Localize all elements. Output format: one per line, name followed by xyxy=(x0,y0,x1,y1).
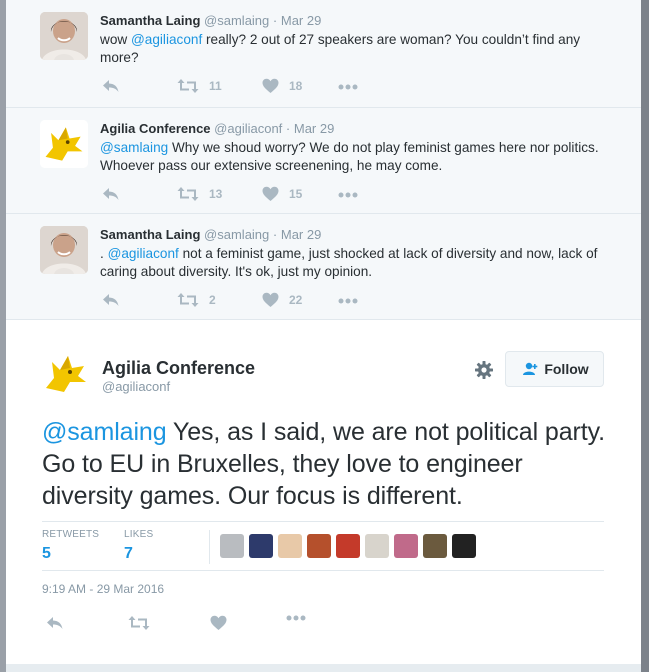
likes-label: LIKES xyxy=(124,529,154,540)
tweet-timestamp[interactable]: 9:19 AM - 29 Mar 2016 xyxy=(42,582,164,596)
separator-dot: · xyxy=(285,121,291,136)
heart-icon xyxy=(262,292,279,308)
tweet-mention[interactable]: @agiliaconf xyxy=(108,246,179,261)
retweet-count: 2 xyxy=(209,293,216,307)
liker-avatar[interactable] xyxy=(336,534,360,558)
main-tweet-text: @samlaing Yes, as I said, we are not pol… xyxy=(42,416,612,512)
main-tweet-actions xyxy=(46,615,346,637)
person-avatar xyxy=(40,12,88,60)
tweet-header: Agilia Conference @agiliaconf · Mar 29 xyxy=(100,121,334,136)
retweets-stat[interactable]: RETWEETS 5 xyxy=(42,529,99,563)
tweet-date[interactable]: Mar 29 xyxy=(294,121,334,136)
like-action[interactable]: 22 xyxy=(262,292,302,308)
liker-avatar[interactable] xyxy=(307,534,331,558)
retweets-count: 5 xyxy=(42,545,51,562)
tweet-mention[interactable]: @samlaing xyxy=(100,140,168,155)
likes-count: 7 xyxy=(124,545,133,562)
tweet-avatar[interactable] xyxy=(40,120,88,168)
author-name[interactable]: Samantha Laing xyxy=(100,227,200,242)
liker-avatar[interactable] xyxy=(278,534,302,558)
heart-icon xyxy=(262,78,279,94)
author-handle[interactable]: @agiliaconf xyxy=(214,121,282,136)
likes-stat[interactable]: LIKES 7 xyxy=(124,529,153,563)
reply-icon[interactable] xyxy=(102,78,120,94)
heart-icon[interactable] xyxy=(210,615,227,631)
tweet-avatar[interactable] xyxy=(40,12,88,60)
background-right-edge xyxy=(641,0,649,672)
heart-icon xyxy=(262,186,279,202)
tweet-text: @samlaing Why we shoud worry? We do not … xyxy=(100,139,620,175)
retweet-action[interactable]: 13 xyxy=(177,186,222,202)
liker-avatar[interactable] xyxy=(249,534,273,558)
tweet-mention[interactable]: @agiliaconf xyxy=(131,32,202,47)
tweet-stats: RETWEETS 5 LIKES 7 xyxy=(42,521,604,571)
retweet-action[interactable]: 11 xyxy=(177,78,222,94)
agilia-fox-logo xyxy=(40,348,92,400)
modal-bottom-bar xyxy=(6,664,641,672)
gear-icon[interactable] xyxy=(474,360,494,380)
tweet-date[interactable]: Mar 29 xyxy=(281,13,321,28)
ancestor-tweet[interactable]: Samantha Laing @samlaing · Mar 29 wow @ag… xyxy=(6,0,641,108)
author-handle[interactable]: @samlaing xyxy=(204,227,269,242)
main-author-name[interactable]: Agilia Conference xyxy=(102,358,255,379)
author-handle[interactable]: @samlaing xyxy=(204,13,269,28)
agilia-avatar[interactable] xyxy=(40,348,92,400)
liker-avatar[interactable] xyxy=(220,534,244,558)
ancestor-tweet[interactable]: Samantha Laing @samlaing · Mar 29. @agil… xyxy=(6,214,641,320)
separator-dot: · xyxy=(272,227,278,242)
follow-button[interactable]: Follow xyxy=(505,351,604,387)
follow-person-icon xyxy=(523,362,538,375)
tweet-actions: 11 18 xyxy=(102,78,402,98)
tweet-text-body: Why we shoud worry? We do not play femin… xyxy=(100,140,599,173)
retweet-icon xyxy=(177,186,199,202)
reply-icon[interactable] xyxy=(46,615,64,631)
reply-icon[interactable] xyxy=(102,292,120,308)
liker-avatar[interactable] xyxy=(365,534,389,558)
reply-icon[interactable] xyxy=(102,186,120,202)
tweet-text: . @agiliaconf not a feminist game, just … xyxy=(100,245,620,281)
main-tweet: Agilia Conference @agiliaconf Follow @sa… xyxy=(6,320,641,666)
person-avatar xyxy=(40,226,88,274)
ancestor-tweet[interactable]: Agilia Conference @agiliaconf · Mar 29 @s… xyxy=(6,108,641,214)
author-name[interactable]: Samantha Laing xyxy=(100,13,200,28)
like-action[interactable]: 18 xyxy=(262,78,302,94)
like-count: 18 xyxy=(289,79,303,93)
tweet-header: Samantha Laing @samlaing · Mar 29 xyxy=(100,13,321,28)
retweet-count: 11 xyxy=(209,79,222,93)
tweet-header: Samantha Laing @samlaing · Mar 29 xyxy=(100,227,321,242)
follow-button-label: Follow xyxy=(544,361,589,377)
like-count: 22 xyxy=(289,293,303,307)
main-author-handle[interactable]: @agiliaconf xyxy=(102,379,170,394)
tweet-text-prefix: . xyxy=(100,246,108,261)
more-icon[interactable] xyxy=(286,615,306,621)
like-count: 15 xyxy=(289,187,303,201)
separator-dot: · xyxy=(272,13,278,28)
ancestor-tweets: Samantha Laing @samlaing · Mar 29 wow @ag… xyxy=(6,0,641,320)
like-action[interactable]: 15 xyxy=(262,186,302,202)
retweet-icon[interactable] xyxy=(128,615,150,631)
more-icon[interactable] xyxy=(338,298,358,304)
tweet-date[interactable]: Mar 29 xyxy=(281,227,321,242)
more-icon[interactable] xyxy=(338,84,358,90)
author-name[interactable]: Agilia Conference xyxy=(100,121,211,136)
retweet-action[interactable]: 2 xyxy=(177,292,216,308)
stats-divider xyxy=(209,530,210,564)
liker-avatar[interactable] xyxy=(423,534,447,558)
retweet-icon xyxy=(177,78,199,94)
more-icon[interactable] xyxy=(338,192,358,198)
retweets-label: RETWEETS xyxy=(42,529,100,540)
tweet-avatar[interactable] xyxy=(40,226,88,274)
liker-avatar[interactable] xyxy=(452,534,476,558)
agilia-fox-logo xyxy=(40,120,88,168)
tweet-text-prefix: wow xyxy=(100,32,131,47)
tweet-text: wow @agiliaconf really? 2 out of 27 spea… xyxy=(100,31,620,67)
retweet-icon xyxy=(177,292,199,308)
permalink-modal: Samantha Laing @samlaing · Mar 29 wow @ag… xyxy=(6,0,641,672)
likers-avatars xyxy=(220,534,476,558)
liker-avatar[interactable] xyxy=(394,534,418,558)
main-tweet-mention[interactable]: @samlaing xyxy=(42,418,167,446)
tweet-actions: 2 22 xyxy=(102,292,402,312)
tweet-actions: 13 15 xyxy=(102,186,402,206)
retweet-count: 13 xyxy=(209,187,223,201)
